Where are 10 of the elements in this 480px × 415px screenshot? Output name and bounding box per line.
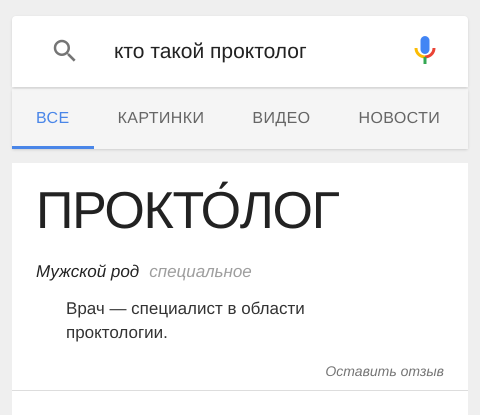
headword: ПРОКТО́ЛОГ (36, 181, 340, 241)
definition-text: Врач — специалист в области проктологии. (66, 298, 306, 344)
tab[interactable]: ВИДЕО (228, 89, 334, 149)
tab[interactable]: ВСЕ (12, 89, 94, 149)
usage-label: специальное (149, 261, 252, 283)
tab[interactable]: КАРТИНКИ (94, 89, 228, 149)
tab[interactable]: НОВОСТИ (334, 89, 464, 149)
gender-label: Мужской род (36, 261, 140, 283)
search-field[interactable]: кто такой проктолог (12, 16, 468, 87)
feedback-link[interactable]: Оставить отзыв (325, 360, 444, 382)
